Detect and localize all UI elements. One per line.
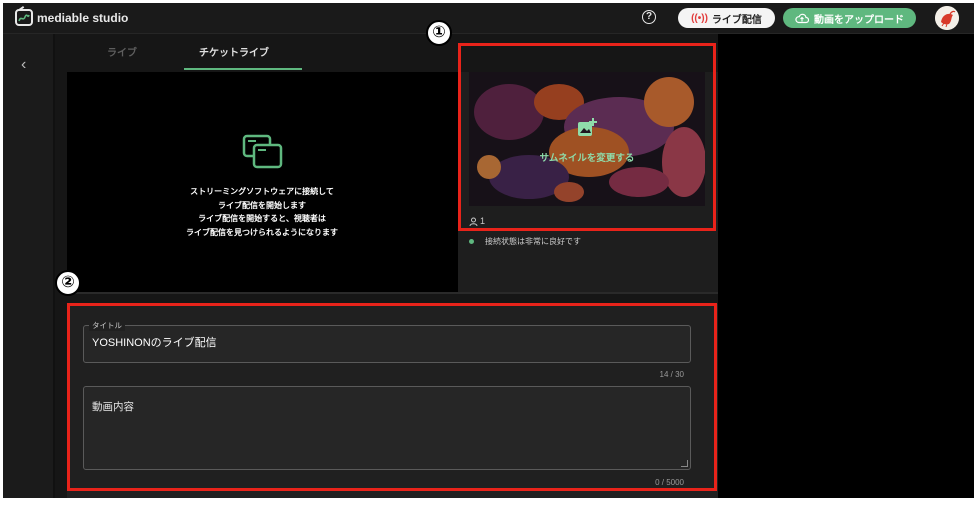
stream-preview: ストリーミングソフトウェアに接続して ライブ配信を開始します ライブ配信を開始す… (67, 72, 458, 292)
status-dot-icon (469, 239, 474, 244)
left-rail: ‹ (3, 34, 53, 498)
user-avatar[interactable] (935, 6, 959, 30)
tab-bar: ライブ チケットライブ (67, 34, 457, 72)
live-stream-button[interactable]: ((•)) ライブ配信 (678, 8, 775, 28)
tv-logo-icon (15, 9, 33, 26)
connection-status-text: 接続状態は非常に良好です (485, 237, 581, 246)
live-stream-label: ライブ配信 (711, 14, 762, 26)
annotation-marker-1: ① (426, 20, 452, 46)
cloud-upload-icon (795, 13, 809, 23)
upload-video-button[interactable]: 動画をアップロード (783, 8, 916, 28)
broadcast-icon: ((•)) (691, 12, 708, 24)
annotation-marker-2: ② (55, 270, 81, 296)
divider (67, 292, 718, 294)
help-icon[interactable]: ? (642, 10, 656, 24)
stream-instructions: ストリーミングソフトウェアに接続して ライブ配信を開始します ライブ配信を開始す… (186, 187, 338, 237)
highlight-box-thumbnail (458, 43, 716, 231)
right-blank-area (718, 34, 974, 498)
tab-live[interactable]: ライブ (107, 44, 137, 59)
active-tab-indicator (184, 68, 302, 70)
stream-windows-icon (242, 134, 283, 169)
brand-name: mediable studio (37, 10, 129, 25)
top-header: mediable studio ? ((•)) ライブ配信 動画をアップロード (3, 3, 974, 34)
back-chevron-icon[interactable]: ‹ (21, 56, 26, 74)
tab-ticket-live[interactable]: チケットライブ (199, 44, 269, 59)
brand-logo[interactable]: mediable studio (15, 9, 128, 26)
upload-video-label: 動画をアップロード (814, 14, 904, 26)
highlight-box-form (67, 303, 717, 491)
connection-status: 接続状態は非常に良好です (469, 236, 581, 247)
